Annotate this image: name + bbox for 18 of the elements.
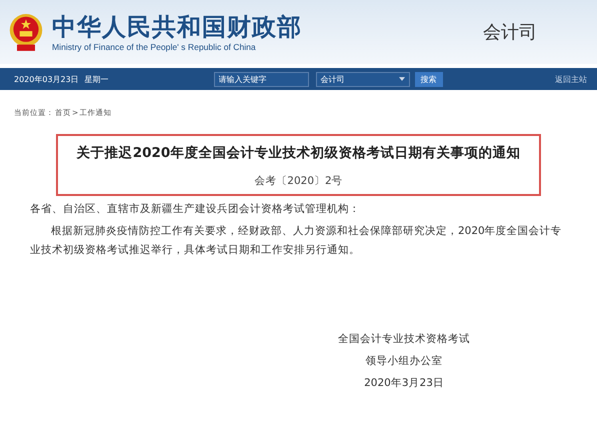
- signature-line: 领导小组办公室: [366, 354, 442, 368]
- notice-title: 关于推迟2020年度全国会计专业技术初级资格考试日期有关事项的通知: [75, 144, 522, 162]
- site-subtitle: Ministry of Finance of the People' s Republic of China: [52, 42, 257, 52]
- site-title: 中华人民共和国财政部: [52, 12, 302, 42]
- body-paragraph: 根据新冠肺炎疫情防控工作有关要求，经财政部、人力资源和社会保障部研究决定，2020年度全国会计专业技术初级资格考试推迟举行，具体考试日期和工作安排另行通知。: [30, 224, 563, 258]
- document-number: 会考〔2020〕2号: [253, 174, 344, 188]
- signature-line: 2020年3月23日: [364, 376, 444, 390]
- signature-line: 全国会计专业技术资格考试: [338, 332, 470, 346]
- scope-dropdown[interactable]: 会计司: [316, 72, 410, 86]
- salutation: 各省、自治区、直辖市及新疆生产建设兵团会计资格考试管理机构：: [30, 202, 361, 216]
- home-link[interactable]: 返回主站: [555, 74, 587, 84]
- search-field[interactable]: 请输入关键字: [214, 72, 309, 86]
- date-text: 2020年03月23日: [14, 74, 79, 84]
- emblem-icon: [8, 12, 44, 52]
- department-name: 会计司: [483, 21, 537, 44]
- search-button[interactable]: 搜索: [414, 72, 443, 86]
- caret-icon: [398, 77, 405, 81]
- weekday-text: 星期一: [84, 74, 109, 84]
